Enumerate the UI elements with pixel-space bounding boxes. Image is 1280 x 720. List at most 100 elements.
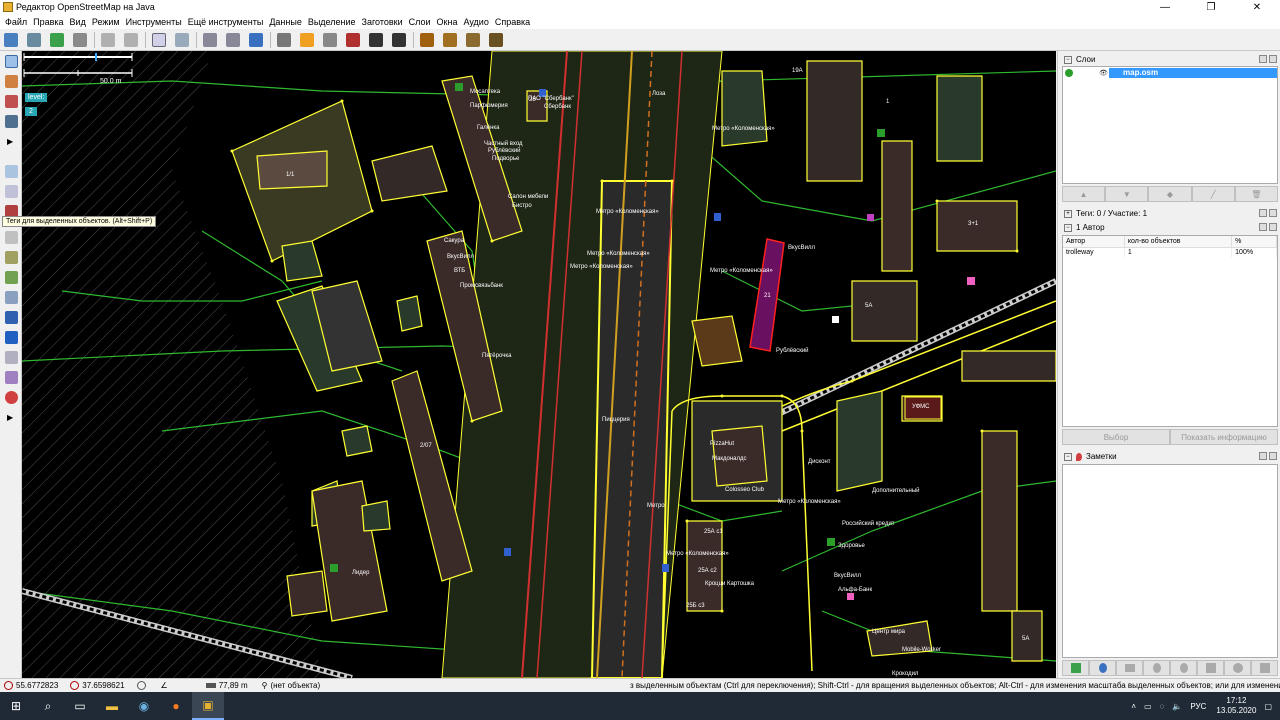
menu-audio[interactable]: Аудио xyxy=(460,17,491,27)
zoom-button[interactable] xyxy=(150,31,168,49)
building[interactable] xyxy=(836,390,883,492)
improve-way-button[interactable] xyxy=(3,93,19,109)
column-author[interactable]: Автор xyxy=(1063,236,1125,248)
menu-view[interactable]: Вид xyxy=(67,17,89,27)
building[interactable] xyxy=(286,570,328,617)
move-up-button[interactable]: ▲ xyxy=(1062,186,1106,202)
history-button[interactable] xyxy=(3,289,19,305)
close-panel-icon[interactable] xyxy=(1269,223,1277,231)
preset-car-button[interactable] xyxy=(367,31,385,49)
level-label[interactable]: level: xyxy=(25,93,48,102)
menu-edit[interactable]: Правка xyxy=(30,17,66,27)
authors-table[interactable]: Автор кол-во объектов % trolleway 1 100% xyxy=(1062,235,1278,427)
select-button[interactable]: Выбор xyxy=(1062,429,1170,445)
building[interactable] xyxy=(341,425,373,457)
level-value[interactable]: 2 xyxy=(25,107,37,116)
browser-icon[interactable]: ◉ xyxy=(128,692,160,720)
activate-layer-button[interactable]: ◆ xyxy=(1148,186,1192,202)
close-button[interactable]: ✕ xyxy=(1234,0,1280,14)
layers-list[interactable]: 👁 map.osm xyxy=(1062,66,1278,184)
validator-button[interactable] xyxy=(3,329,19,345)
collapse-icon[interactable]: − xyxy=(1064,223,1072,232)
search-icon[interactable]: ⌕ xyxy=(32,692,64,720)
file-explorer-icon[interactable]: ▬ xyxy=(96,692,128,720)
expand-icon[interactable]: + xyxy=(1064,209,1072,218)
split-button[interactable] xyxy=(224,31,242,49)
menu-mode[interactable]: Режим xyxy=(89,17,123,27)
map-view[interactable]: 50.0 m level: 2 Мосаптека ПАО "Сбербанк"… xyxy=(22,51,1056,678)
start-windows-icon[interactable]: ⊞ xyxy=(0,692,32,720)
building[interactable] xyxy=(806,60,863,182)
menu-tools[interactable]: Инструменты xyxy=(123,17,185,27)
table-row[interactable]: trolleway 1 100% xyxy=(1063,247,1277,257)
notes-button[interactable] xyxy=(3,389,19,405)
map-canvas[interactable] xyxy=(22,51,1056,678)
download-notes-button[interactable] xyxy=(1062,660,1089,676)
preferences-button[interactable] xyxy=(173,31,191,49)
close-panel-icon[interactable] xyxy=(1269,209,1277,217)
conflict-button[interactable] xyxy=(3,309,19,325)
close-panel-icon[interactable] xyxy=(1269,452,1277,460)
preset-info-button[interactable] xyxy=(418,31,436,49)
building[interactable] xyxy=(981,430,1018,612)
select-mode-button[interactable] xyxy=(3,53,19,69)
menu-windows[interactable]: Окна xyxy=(434,17,461,27)
delete-layer-button[interactable]: 🗑 xyxy=(1234,186,1279,202)
building[interactable] xyxy=(721,70,768,147)
menu-selection[interactable]: Выделение xyxy=(305,17,359,27)
close-note-button[interactable] xyxy=(1143,660,1170,676)
close-panel-icon[interactable] xyxy=(1269,55,1277,63)
preset-wall-button[interactable] xyxy=(344,31,362,49)
detach-icon[interactable] xyxy=(1259,223,1267,231)
clock[interactable]: 17:12 13.05.2020 xyxy=(1216,696,1256,716)
open-location-button[interactable] xyxy=(25,31,43,49)
layer-active-checkmark-icon[interactable] xyxy=(1065,69,1073,77)
preset-bus-button[interactable] xyxy=(390,31,408,49)
preset-building-button[interactable] xyxy=(275,31,293,49)
menu-file[interactable]: Файл xyxy=(2,17,30,27)
minimize-button[interactable]: — xyxy=(1142,0,1188,14)
menu-layers[interactable]: Слои xyxy=(406,17,434,27)
merge-layer-button[interactable]: ╱ xyxy=(1191,186,1235,202)
task-view-icon[interactable]: ▭ xyxy=(64,692,96,720)
layers-panel-header[interactable]: − Слои xyxy=(1060,54,1279,65)
battery-icon[interactable]: ▭ xyxy=(1144,702,1152,711)
input-language[interactable]: РУС xyxy=(1190,702,1206,711)
network-icon[interactable]: ◌ xyxy=(1160,702,1165,711)
menu-data[interactable]: Данные xyxy=(266,17,305,27)
building[interactable] xyxy=(371,145,448,202)
detach-icon[interactable] xyxy=(1259,452,1267,460)
building[interactable] xyxy=(691,315,743,367)
column-object-count[interactable]: кол-во объектов xyxy=(1124,236,1233,248)
expand-arrow-icon[interactable]: ▶ xyxy=(7,137,13,146)
selection-list-button[interactable] xyxy=(3,229,19,245)
building[interactable] xyxy=(961,350,1056,382)
update-data-button[interactable] xyxy=(247,31,265,49)
new-note-button[interactable] xyxy=(1089,660,1116,676)
tags-toggle-button[interactable] xyxy=(3,183,19,199)
preset-restaurant-button[interactable] xyxy=(441,31,459,49)
show-info-button[interactable]: Показать информацию xyxy=(1170,429,1278,445)
draw-mode-button[interactable] xyxy=(3,73,19,89)
column-percent[interactable]: % xyxy=(1231,236,1277,248)
filter-button[interactable] xyxy=(3,349,19,365)
download-button[interactable] xyxy=(48,31,66,49)
preset-castle-button[interactable] xyxy=(464,31,482,49)
map-style-button[interactable] xyxy=(3,369,19,385)
map-paint-button[interactable] xyxy=(3,269,19,285)
building[interactable] xyxy=(881,140,913,272)
detach-icon[interactable] xyxy=(1259,55,1267,63)
volume-icon[interactable]: 🔈 xyxy=(1172,702,1182,711)
building[interactable] xyxy=(936,75,983,162)
simplify-button[interactable] xyxy=(201,31,219,49)
reopen-note-button[interactable] xyxy=(1170,660,1197,676)
upload-button[interactable] xyxy=(71,31,89,49)
menu-more-tools[interactable]: Ещё инструменты xyxy=(185,17,267,27)
authors-panel-header[interactable]: − 1 Автор xyxy=(1060,222,1279,233)
firefox-icon[interactable]: ● xyxy=(160,692,192,720)
preset-industrial-button[interactable] xyxy=(487,31,505,49)
josm-taskbar-icon[interactable]: ▣ xyxy=(192,692,224,720)
restore-button[interactable]: ❐ xyxy=(1188,0,1234,14)
building[interactable] xyxy=(361,500,391,532)
relation-list-button[interactable] xyxy=(3,249,19,265)
